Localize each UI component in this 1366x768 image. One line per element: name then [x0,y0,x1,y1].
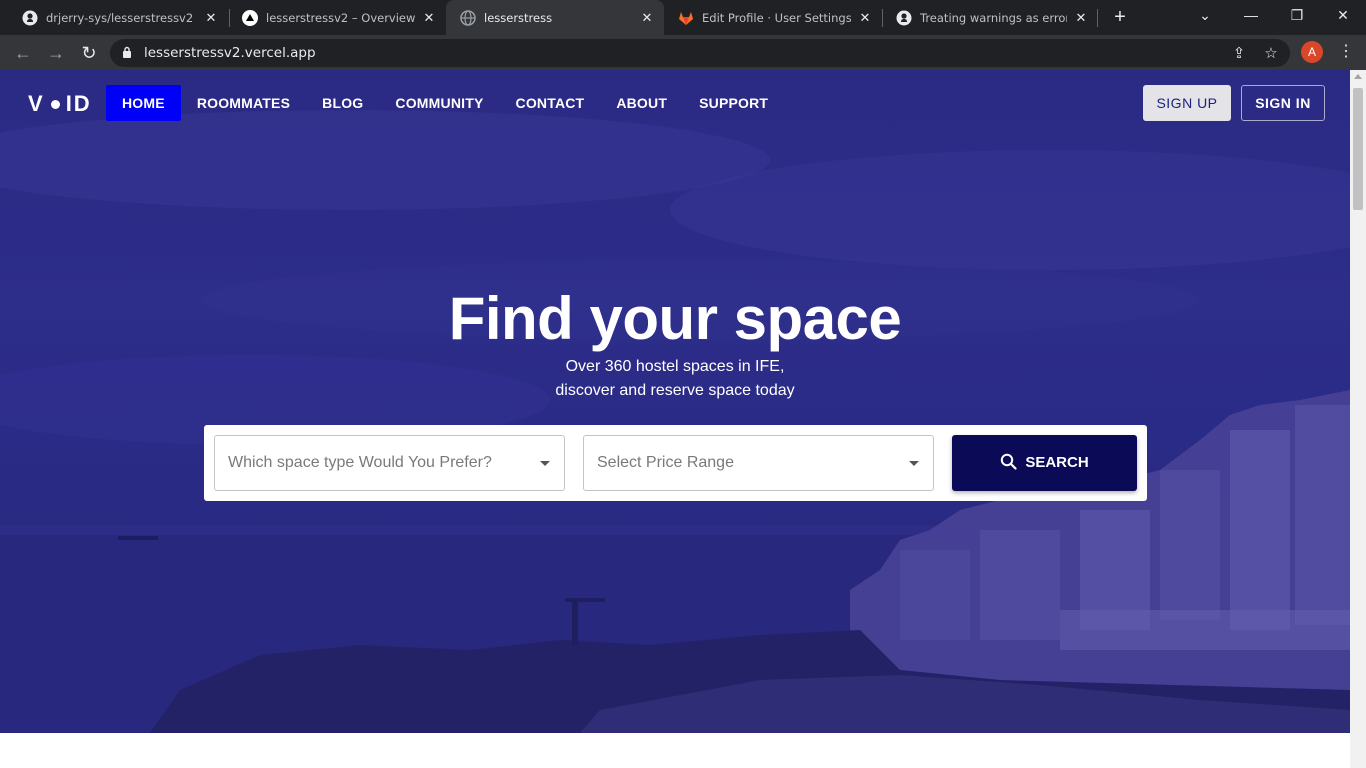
hero-headline: Find your space [448,285,902,352]
menu-kebab-icon[interactable]: ⋮ [1338,41,1354,63]
nav-contact[interactable]: CONTACT [500,85,601,121]
tab-title: Treating warnings as errors b [920,10,1067,25]
logo-dot [50,99,60,109]
page-scrollbar[interactable] [1350,70,1366,768]
nav-home[interactable]: HOME [106,85,181,121]
globe-icon [460,9,476,26]
tab-title: lesserstressv2 – Overview – V [266,10,415,25]
close-icon[interactable]: ✕ [203,10,219,26]
price-range-placeholder: Select Price Range [597,454,734,471]
gitlab-icon [679,11,693,25]
logo-text-right: ID [65,91,92,116]
minimize-icon[interactable]: — [1228,0,1274,32]
hero-subtitle-line-2: discover and reserve space today [555,382,795,399]
search-card: Which space type Would You Prefer? Selec… [204,425,1147,501]
space-type-placeholder: Which space type Would You Prefer? [228,454,492,471]
site-logo[interactable]: V ID [28,91,92,116]
nav-about[interactable]: ABOUT [600,85,683,121]
sign-in-button[interactable]: SIGN IN [1241,85,1325,121]
forward-icon[interactable]: → [43,40,69,66]
price-range-select[interactable]: Select Price Range [583,435,934,491]
page-viewport: V ID HOME ROOMMATES BLOG COMMUNITY CONTA… [0,70,1350,768]
dropdown-caret-icon [540,461,550,466]
back-icon[interactable]: ← [10,40,36,66]
logo-text-left: V [28,91,45,116]
lock-icon [123,46,131,58]
nav-support[interactable]: SUPPORT [683,85,784,121]
hero-section: V ID HOME ROOMMATES BLOG COMMUNITY CONTA… [0,70,1350,733]
hero-background-image [0,110,1350,733]
scrollbar-thumb[interactable] [1353,88,1363,210]
url-text: lesserstressv2.vercel.app [144,45,316,61]
main-nav: HOME ROOMMATES BLOG COMMUNITY CONTACT AB… [106,85,784,121]
sign-up-button[interactable]: SIGN UP [1143,85,1231,121]
browser-tab-strip: drjerry-sys/lesserstressv2 ✕ lesserstres… [0,0,1366,35]
scroll-up-arrow-icon[interactable] [1354,74,1362,79]
share-icon[interactable]: ⇪ [1230,45,1248,63]
close-icon[interactable]: ✕ [857,10,873,26]
profile-avatar[interactable]: A [1301,41,1323,63]
hero-subtitle-line-1: Over 360 hostel spaces in IFE, [565,358,785,375]
browser-tab-active[interactable]: lesserstress ✕ [446,0,664,35]
browser-tab[interactable]: lesserstressv2 – Overview – V ✕ [228,0,446,35]
browser-tab[interactable]: drjerry-sys/lesserstressv2 ✕ [8,0,228,35]
window-close-icon[interactable]: ✕ [1320,0,1366,32]
address-bar[interactable]: lesserstressv2.vercel.app ⇪ ☆ [110,39,1290,67]
close-icon[interactable]: ✕ [1073,10,1089,26]
search-icon [1001,453,1017,470]
nav-roommates[interactable]: ROOMMATES [181,85,306,121]
tab-search-icon[interactable]: ⌄ [1182,0,1228,32]
close-icon[interactable]: ✕ [639,10,655,26]
dropdown-caret-icon [909,461,919,466]
tab-title: Edit Profile · User Settings · G [702,10,851,25]
github-icon [896,10,912,25]
search-button-label: SEARCH [1025,454,1089,471]
nav-blog[interactable]: BLOG [306,85,379,121]
close-icon[interactable]: ✕ [421,10,437,26]
space-type-select[interactable]: Which space type Would You Prefer? [214,435,565,491]
github-icon [22,10,38,25]
search-button[interactable]: SEARCH [952,435,1137,491]
reload-icon[interactable]: ↻ [76,40,102,66]
new-tab-button[interactable]: + [1108,5,1132,29]
restore-icon[interactable]: ❐ [1274,0,1320,32]
tab-title: lesserstress [484,10,553,25]
browser-tab[interactable]: Edit Profile · User Settings · G ✕ [664,0,882,35]
nav-community[interactable]: COMMUNITY [379,85,499,121]
browser-tab[interactable]: Treating warnings as errors b ✕ [882,0,1098,35]
bookmark-star-icon[interactable]: ☆ [1262,45,1280,63]
tab-separator [1097,9,1098,27]
tab-title: drjerry-sys/lesserstressv2 [46,10,194,25]
browser-toolbar: ← → ↻ lesserstressv2.vercel.app ⇪ ☆ [0,35,1366,70]
vercel-icon [242,9,258,26]
